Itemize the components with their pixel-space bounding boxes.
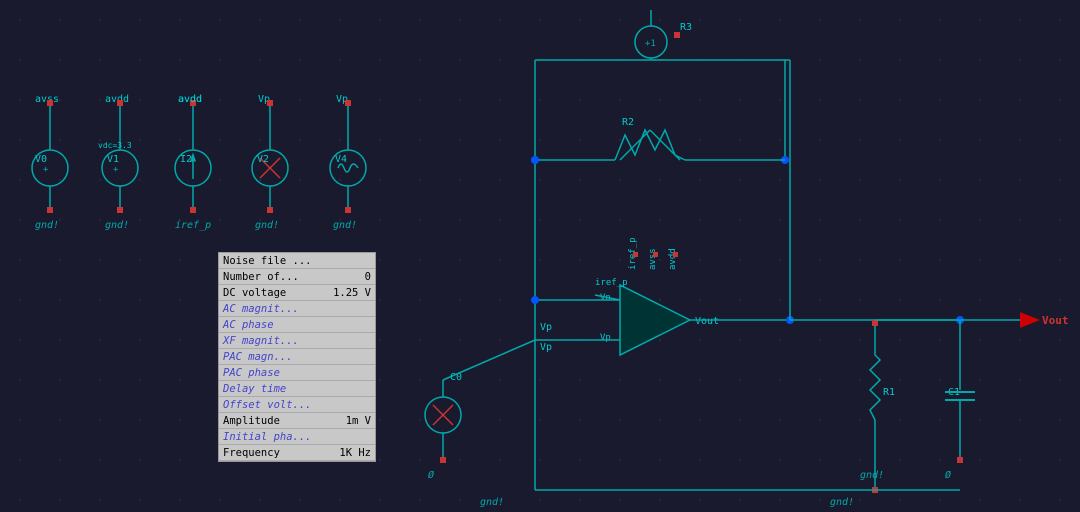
svg-text:I2: I2 <box>180 154 192 165</box>
svg-text:gnd!: gnd! <box>105 220 129 231</box>
prop-row-acphase: AC phase <box>219 317 375 333</box>
svg-text:Vp: Vp <box>540 342 552 353</box>
svg-text:gnd!: gnd! <box>255 220 279 231</box>
svg-text:R1: R1 <box>883 387 895 398</box>
prop-value-number: 0 <box>365 271 371 283</box>
prop-label-dcvoltage: DC voltage <box>223 287 286 299</box>
svg-text:R2: R2 <box>622 117 634 128</box>
prop-label-offsetvolt: Offset volt... <box>223 399 312 411</box>
svg-text:gnd!: gnd! <box>480 497 504 508</box>
prop-row-noise: Noise file ... <box>219 253 375 269</box>
svg-text:gnd!: gnd! <box>333 220 357 231</box>
svg-text:Vout: Vout <box>1042 314 1069 327</box>
prop-label-delaytime: Delay time <box>223 383 286 395</box>
prop-value-frequency: 1K Hz <box>339 447 371 459</box>
svg-text:V1: V1 <box>107 154 119 165</box>
prop-row-initialpha: Initial pha... <box>219 429 375 445</box>
prop-label-xfmagnit: XF magnit... <box>223 335 299 347</box>
svg-text:gnd!: gnd! <box>830 497 854 508</box>
svg-text:Vp: Vp <box>540 322 552 333</box>
prop-row-delaytime: Delay time <box>219 381 375 397</box>
prop-label-pacmagn: PAC magn... <box>223 351 293 363</box>
svg-text:R3: R3 <box>680 22 692 33</box>
prop-row-pacphase: PAC phase <box>219 365 375 381</box>
svg-text:V0: V0 <box>35 154 47 165</box>
svg-text:iref_p: iref_p <box>595 278 628 288</box>
prop-value-amplitude: 1m V <box>346 415 371 427</box>
properties-panel: Noise file ... Number of... 0 DC voltage… <box>218 252 376 462</box>
svg-text:avdd: avdd <box>178 94 202 105</box>
svg-text:avdd: avdd <box>668 248 678 270</box>
prop-label-pacphase: PAC phase <box>223 367 280 379</box>
prop-label-noise: Noise file ... <box>223 255 312 267</box>
svg-text:Vout: Vout <box>695 316 719 327</box>
prop-row-offsetvolt: Offset volt... <box>219 397 375 413</box>
svg-text:Vp: Vp <box>600 333 611 343</box>
prop-label-frequency: Frequency <box>223 447 280 459</box>
svg-text:Ø: Ø <box>945 469 951 481</box>
prop-label-acmagnit: AC magnit... <box>223 303 299 315</box>
prop-row-dcvoltage: DC voltage 1.25 V <box>219 285 375 301</box>
prop-label-acphase: AC phase <box>223 319 274 331</box>
svg-text:gnd!: gnd! <box>860 470 884 481</box>
prop-value-dcvoltage: 1.25 V <box>333 287 371 299</box>
prop-row-acmagnit: AC magnit... <box>219 301 375 317</box>
prop-row-amplitude: Amplitude 1m V <box>219 413 375 429</box>
prop-row-number: Number of... 0 <box>219 269 375 285</box>
prop-label-initialpha: Initial pha... <box>223 431 312 443</box>
svg-text:Ø: Ø <box>428 469 434 481</box>
schematic-canvas: + gnd! avss V0 + gnd! avdd V1 vdc=3.3 ir… <box>0 0 1080 512</box>
prop-row-pacmagn: PAC magn... <box>219 349 375 365</box>
svg-text:avss: avss <box>648 248 658 270</box>
prop-row-xfmagnit: XF magnit... <box>219 333 375 349</box>
svg-text:iref_p: iref_p <box>175 220 211 231</box>
svg-text:vdc=3.3: vdc=3.3 <box>98 141 132 150</box>
svg-text:+: + <box>113 165 119 175</box>
svg-text:V4: V4 <box>335 154 347 165</box>
svg-text:+1: +1 <box>645 39 656 49</box>
prop-label-amplitude: Amplitude <box>223 415 280 427</box>
prop-row-frequency: Frequency 1K Hz <box>219 445 375 461</box>
svg-text:V2: V2 <box>257 154 269 165</box>
svg-text:gnd!: gnd! <box>35 220 59 231</box>
svg-text:+: + <box>43 165 49 175</box>
prop-label-number: Number of... <box>223 271 299 283</box>
